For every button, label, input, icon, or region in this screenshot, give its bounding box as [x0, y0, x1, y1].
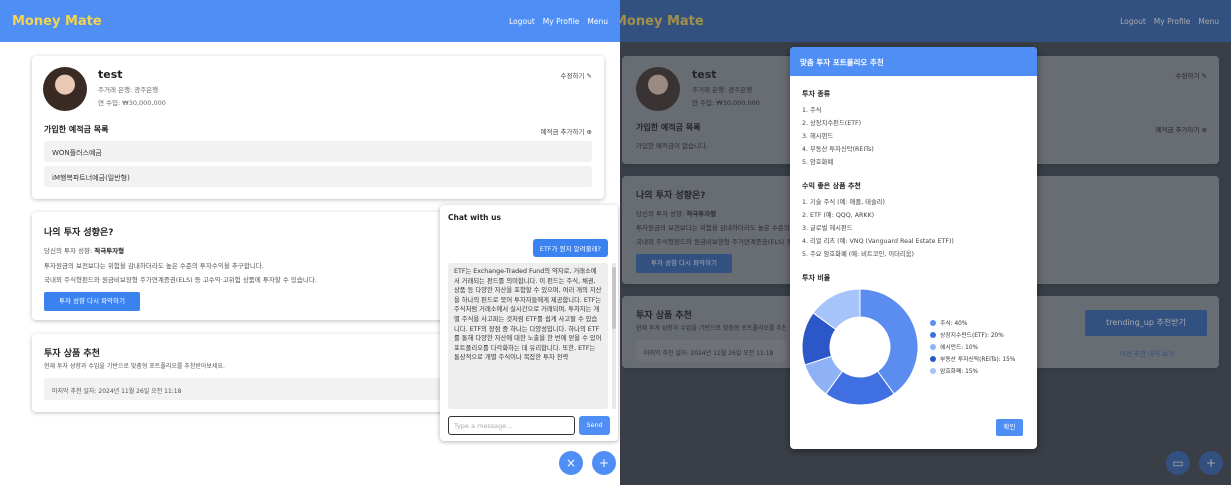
- chat-title: Chat with us: [448, 213, 501, 222]
- chat-user-message: ETF가 뭔지 알려줄래?: [532, 239, 608, 257]
- deposit-item: iM행복파트너예금(일반형): [44, 166, 592, 187]
- investment-result: 당신의 투자 성향: 적극투자형: [44, 245, 124, 255]
- investment-desc-2: 국내외 주식형펀드와 원금비보장형 주가연계증권(ELS) 등 고수익·고위험 …: [44, 276, 317, 284]
- chat-bot-message: ETF는 Exchange-Traded Fund의 약자로, 거래소에서 거래…: [448, 263, 608, 409]
- product-item: 2. ETF (예: QQQ, ARKK): [802, 212, 875, 219]
- product-item: 3. 글로벌 헤시펀드: [802, 225, 853, 232]
- edit-label: 수정하기: [560, 72, 585, 80]
- legend-swatch: [930, 331, 936, 338]
- close-chat-button[interactable]: ×: [559, 451, 583, 475]
- close-icon: ×: [565, 456, 577, 470]
- legend-item: 헤시펀드: 10%: [930, 342, 978, 351]
- profile-name: test: [98, 68, 123, 81]
- my-profile-link[interactable]: My Profile: [543, 17, 580, 26]
- ratio-title: 투자 비율: [802, 274, 831, 282]
- chat-window: Chat with us ETF가 뭔지 알려줄래? ETF는 Exchange…: [440, 205, 618, 441]
- legend-item: 상장지수펀드(ETF): 20%: [930, 330, 1004, 339]
- chat-send-button[interactable]: Send: [579, 416, 610, 435]
- types-title: 투자 종류: [802, 90, 831, 98]
- modal-title: 맞춤 투자 포트폴리오 추천: [790, 47, 1037, 76]
- confirm-button[interactable]: 확인: [996, 419, 1023, 436]
- legend-label: 부동산 투자신탁(REITs): 15%: [940, 357, 1016, 363]
- menu-link[interactable]: Menu: [587, 17, 608, 26]
- legend-swatch: [930, 367, 936, 374]
- investment-desc-1: 투자원금의 보전보다는 위험을 감내하더라도 높은 수준의 투자수익을 추구합니…: [44, 262, 264, 270]
- chat-message-input[interactable]: [448, 416, 575, 435]
- legend-label: 주식: 40%: [940, 321, 968, 327]
- type-item: 3. 헤시펀드: [802, 133, 834, 140]
- type-item: 5. 암호화폐: [802, 159, 834, 166]
- avatar: [43, 67, 87, 111]
- products-title: 수익 좋은 상품 추천: [802, 182, 861, 190]
- type-item: 1. 주식: [802, 107, 822, 114]
- product-item: 4. 리얼 리츠 (예: VNQ (Vanguard Real Estate E…: [802, 238, 954, 245]
- retry-investment-button[interactable]: 투자 성향 다시 파악하기: [44, 292, 140, 311]
- add-deposit-button[interactable]: 예적금 추가하기 ⊕: [541, 126, 592, 136]
- last-recommend-date: 마지막 추천 일자: 2024년 11월 26일 오전 11:18: [44, 378, 444, 400]
- navbar: Money Mate Logout My Profile Menu: [0, 0, 620, 42]
- profile-bank: 주거래 은행: 광주은행: [98, 86, 159, 94]
- portfolio-donut-chart: [801, 288, 919, 406]
- add-fab-button[interactable]: +: [592, 451, 616, 475]
- right-pane: Money Mate Logout My Profile Menu test 주…: [620, 0, 1231, 485]
- recommend-desc: 현재 투자 성향과 수입을 기반으로 맞춤형 포트폴리오를 추천받아보세요.: [44, 363, 225, 370]
- product-item: 5. 주요 암호화폐 (예: 비트코인, 이더리움): [802, 251, 914, 258]
- legend-swatch: [930, 355, 936, 362]
- legend-swatch: [930, 319, 936, 326]
- edit-profile-button[interactable]: 수정하기 ✎: [561, 70, 592, 80]
- add-deposit-label: 예적금 추가하기: [540, 128, 585, 136]
- chat-scroll-thumb[interactable]: [612, 267, 616, 329]
- left-pane: Money Mate Logout My Profile Menu test 주…: [0, 0, 620, 485]
- recommend-title: 투자 상품 추천: [44, 349, 100, 359]
- pencil-icon: ✎: [586, 72, 592, 80]
- profile-card: test 주거래 은행: 광주은행 연 수입: ₩30,000,000 수정하기…: [32, 56, 604, 199]
- investment-card: 나의 투자 성향은? 당신의 투자 성향: 적극투자형 투자원금의 보전보다는 …: [32, 212, 452, 320]
- plus-icon: +: [598, 456, 610, 470]
- type-item: 4. 부동산 투자신탁(REITs): [802, 146, 874, 153]
- investment-title: 나의 투자 성향은?: [44, 228, 114, 238]
- legend-item: 암호화폐: 15%: [930, 366, 978, 375]
- legend-item: 부동산 투자신탁(REITs): 15%: [930, 354, 1015, 363]
- investment-result-label: 당신의 투자 성향:: [44, 247, 95, 255]
- deposits-title: 가입한 예적금 목록: [44, 125, 109, 134]
- legend-label: 암호화폐: 15%: [940, 369, 979, 375]
- nav-links: Logout My Profile Menu: [509, 17, 608, 26]
- legend-swatch: [930, 343, 936, 350]
- logout-link[interactable]: Logout: [509, 17, 535, 26]
- deposit-item: WON플러스예금: [44, 141, 592, 162]
- portfolio-modal: 맞춤 투자 포트폴리오 추천 투자 종류 1. 주식 2. 상장지수펀드(ETF…: [790, 47, 1037, 449]
- legend-label: 헤시펀드: 10%: [940, 345, 979, 351]
- product-item: 1. 기술 주식 (예: 애플, 테슬라): [802, 199, 885, 206]
- legend-item: 주식: 40%: [930, 318, 967, 327]
- legend-label: 상장지수펀드(ETF): 20%: [940, 333, 1004, 339]
- type-item: 2. 상장지수펀드(ETF): [802, 120, 862, 127]
- brand-logo[interactable]: Money Mate: [12, 14, 102, 29]
- plus-circle-icon: ⊕: [586, 128, 592, 136]
- profile-income: 연 수입: ₩30,000,000: [98, 99, 166, 107]
- investment-result-value: 적극투자형: [94, 247, 125, 255]
